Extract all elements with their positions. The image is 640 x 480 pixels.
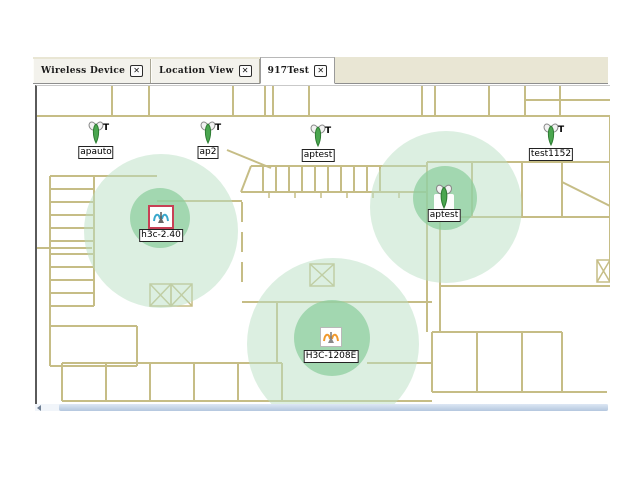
ap-device-aptest-top[interactable]: T aptest (310, 123, 326, 151)
device-label: aptest (428, 209, 461, 222)
device-label: h3c-2.40 (139, 229, 183, 242)
tab-917test[interactable]: 917Test ✕ (260, 57, 336, 84)
horizontal-scrollbar[interactable] (35, 404, 608, 411)
tab-close-icon[interactable]: ✕ (239, 65, 252, 77)
ap-device-apauto[interactable]: T apauto (88, 120, 104, 148)
device-label: aptest (302, 149, 335, 162)
ap-device-h3c-1208e[interactable]: H3C-1208E (320, 327, 342, 347)
scrollbar-thumb[interactable] (59, 404, 608, 411)
tab-bar: Wireless Device ✕ Location View ✕ 917Tes… (33, 57, 608, 84)
device-label: ap2 (198, 146, 219, 159)
t-badge: T (103, 123, 109, 133)
t-badge: T (215, 123, 221, 133)
tab-label: Location View (159, 66, 234, 76)
ap-device-test1152[interactable]: T test1152 (543, 122, 559, 150)
ap-antenna-icon (320, 327, 342, 347)
selected-ap-antenna-icon (148, 205, 174, 229)
tab-label: Wireless Device (41, 66, 125, 76)
device-label: H3C-1208E (304, 350, 359, 363)
t-badge: T (325, 126, 331, 136)
location-map-viewport[interactable]: T apauto T ap2 T aptest (35, 85, 610, 404)
tab-close-icon[interactable]: ✕ (314, 65, 327, 77)
tab-location-view[interactable]: Location View ✕ (151, 59, 260, 83)
ap-device-ap2[interactable]: T ap2 (200, 120, 216, 148)
t-badge: T (558, 125, 564, 135)
ap-device-aptest-center[interactable]: aptest (434, 183, 454, 213)
scroll-left-arrow-icon[interactable] (37, 404, 49, 411)
device-label: test1152 (529, 148, 573, 161)
ap-device-h3c-2-40-selected[interactable]: h3c-2.40 (148, 205, 174, 229)
device-label: apauto (78, 146, 113, 159)
tab-close-icon[interactable]: ✕ (130, 65, 143, 77)
tab-label: 917Test (268, 66, 310, 76)
tab-wireless-device[interactable]: Wireless Device ✕ (33, 59, 151, 83)
